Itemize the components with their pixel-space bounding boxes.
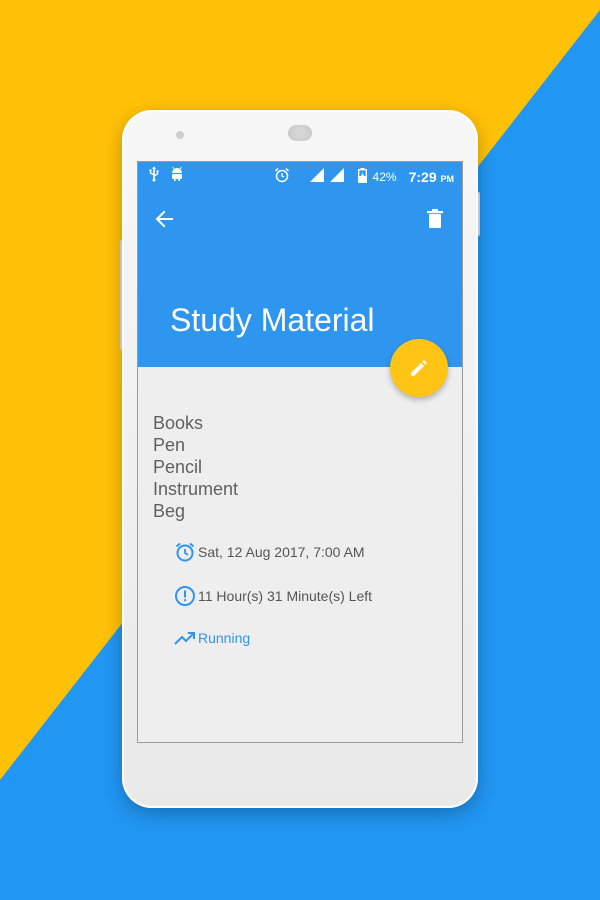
list-item: Pen [153, 435, 186, 455]
reminder-datetime: Sat, 12 Aug 2017, 7:00 AM [198, 544, 365, 560]
list-item: Pencil [153, 457, 203, 477]
clock-time: 7:29 [408, 168, 437, 185]
status-bar: 42% 7:29 PM [138, 162, 462, 188]
reminder-datetime-row: Sat, 12 Aug 2017, 7:00 AM [174, 541, 365, 563]
status-row: Running [174, 627, 250, 649]
usb-icon [148, 166, 160, 185]
pencil-icon [411, 360, 427, 376]
time-left-row: 11 Hour(s) 31 Minute(s) Left [174, 585, 372, 607]
alert-circle-icon [174, 585, 196, 607]
app-bar: 42% 7:29 PM Study Material [138, 162, 462, 367]
signal-icon [309, 168, 324, 185]
signal-icon [329, 168, 344, 185]
list-item: Beg [153, 501, 186, 521]
clock-ampm: PM [440, 173, 455, 184]
trash-icon [427, 209, 443, 228]
phone-speaker [288, 125, 312, 141]
list-item: Books [153, 413, 204, 433]
status-label: Running [198, 630, 251, 646]
phone-camera [176, 131, 184, 139]
trending-up-icon [174, 627, 196, 649]
android-debug-icon [170, 166, 184, 185]
battery-percent: 42% [372, 169, 397, 184]
alarm-icon [274, 167, 290, 186]
back-button[interactable] [152, 206, 178, 232]
arrow-back-icon [155, 210, 173, 228]
phone-screen: 42% 7:29 PM Study Material Books Pen Pen… [137, 161, 463, 743]
time-left: 11 Hour(s) 31 Minute(s) Left [198, 588, 373, 604]
list-item: Instrument [153, 479, 239, 499]
clock: 7:29 PM [409, 169, 454, 185]
delete-button[interactable] [422, 206, 448, 232]
page-title: Study Material [170, 302, 375, 338]
edit-fab-button[interactable] [390, 339, 448, 397]
note-content: Books Pen Pencil Instrument Beg [153, 412, 238, 522]
alarm-clock-icon [174, 541, 196, 563]
battery-charging-icon [357, 167, 367, 186]
